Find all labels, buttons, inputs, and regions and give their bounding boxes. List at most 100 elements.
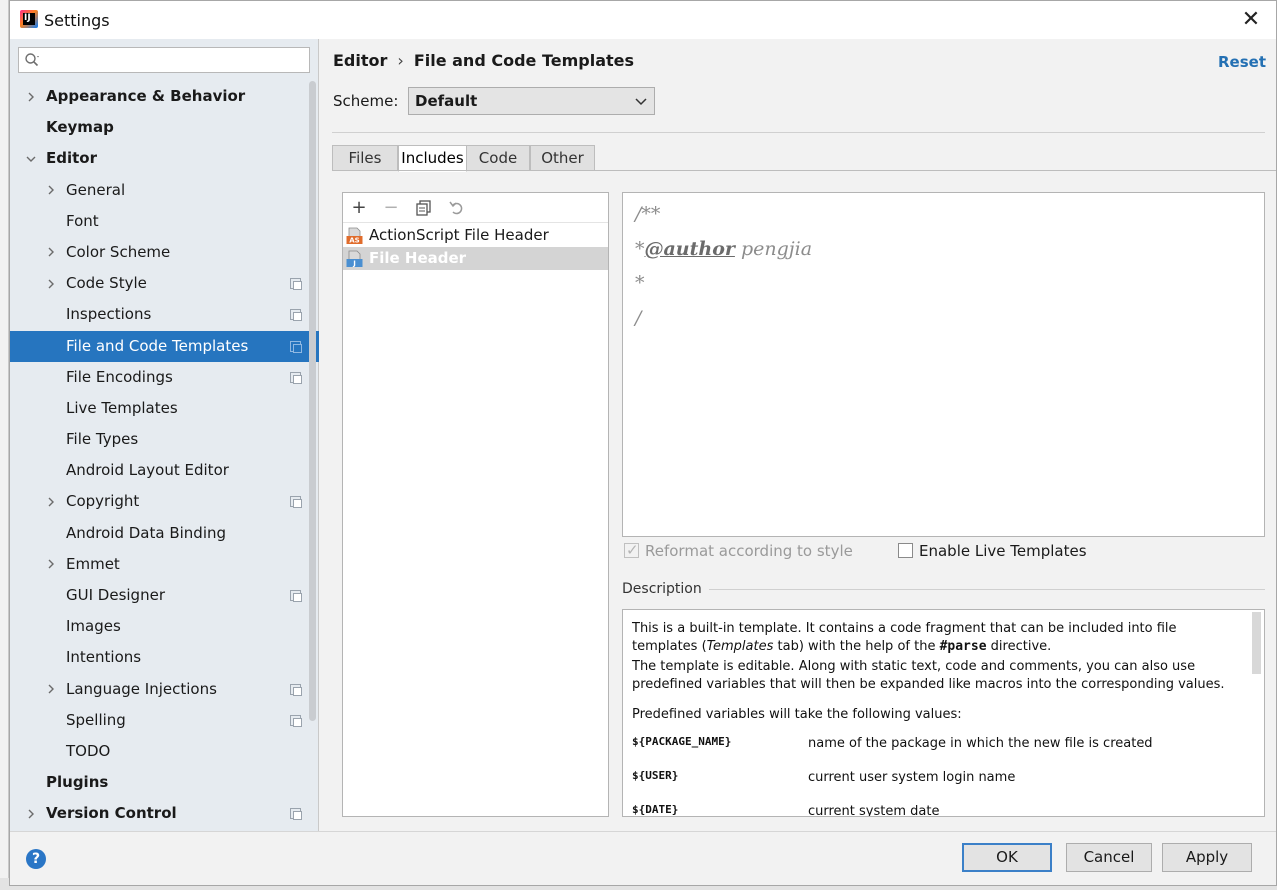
reset-link[interactable]: Reset [1218, 53, 1266, 71]
project-scope-icon [290, 496, 302, 509]
project-scope-icon [290, 340, 302, 353]
project-scope-icon [290, 714, 302, 727]
sidebar-item-keymap[interactable]: Keymap [10, 112, 319, 143]
svg-text:AS: AS [349, 237, 359, 245]
remove-icon[interactable]: − [380, 197, 402, 219]
java-file-icon: J [346, 250, 363, 268]
sidebar-item-label: File and Code Templates [66, 336, 249, 355]
sidebar-item-intentions[interactable]: Intentions [10, 642, 319, 673]
sidebar-item-label: Images [66, 617, 121, 636]
template-item-name: File Header [369, 249, 467, 267]
sidebar-item-label: General [66, 180, 126, 199]
description-panel[interactable]: This is a built-in template. It contains… [622, 609, 1265, 817]
sidebar-item-inspections[interactable]: Inspections [10, 299, 319, 330]
tab-code[interactable]: Code [466, 145, 530, 171]
apply-button[interactable]: Apply [1162, 843, 1252, 872]
sidebar-item-label: Live Templates [66, 398, 178, 417]
chevron-right-icon[interactable] [44, 175, 58, 206]
template-list-panel: + − AS ActionScript File Header J File Head… [342, 192, 609, 817]
chevron-right-icon[interactable] [44, 549, 58, 580]
close-button[interactable]: ✕ [1236, 6, 1266, 34]
sidebar-item-file-encodings[interactable]: File Encodings [10, 362, 319, 393]
sidebar-item-label: Code Style [66, 274, 147, 293]
sidebar-item-color-scheme[interactable]: Color Scheme [10, 237, 319, 268]
sidebar-item-label: Appearance & Behavior [46, 87, 246, 105]
chevron-right-icon[interactable] [24, 798, 38, 829]
sidebar-item-label: Version Control [46, 804, 177, 823]
description-heading: Description [622, 581, 702, 597]
chevron-right-icon[interactable] [44, 674, 58, 705]
sidebar-item-copyright[interactable]: Copyright [10, 486, 319, 517]
cancel-button[interactable]: Cancel [1066, 843, 1152, 872]
sidebar-item-spelling[interactable]: Spelling [10, 705, 319, 736]
variable-name: ${USER} [632, 769, 679, 782]
sidebar-item-language-injections[interactable]: Language Injections [10, 674, 319, 705]
settings-search-input[interactable] [18, 47, 310, 73]
project-scope-icon [290, 808, 302, 821]
sidebar-scrollbar[interactable] [309, 81, 316, 721]
sidebar-item-code-style[interactable]: Code Style [10, 268, 319, 299]
variable-row: ${USER} current user system login name [632, 767, 1242, 801]
sidebar-item-emmet[interactable]: Emmet [10, 549, 319, 580]
variable-row: ${PACKAGE_NAME} name of the package in wh… [632, 733, 1242, 767]
sidebar-item-font[interactable]: Font [10, 206, 319, 237]
breadcrumb: Editor › File and Code Templates [333, 51, 634, 70]
template-item-actionscript-file-header[interactable]: AS ActionScript File Header [343, 224, 608, 247]
sidebar-item-file-and-code-templates[interactable]: File and Code Templates [10, 330, 319, 362]
sidebar-item-label: Color Scheme [66, 242, 171, 261]
variable-row: ${DATE} current system date [632, 801, 1242, 816]
sidebar-item-plugins[interactable]: Plugins [10, 767, 319, 798]
tab-other[interactable]: Other [530, 145, 595, 171]
variable-name: ${DATE} [632, 803, 679, 816]
sidebar-item-label: Inspections [66, 305, 152, 324]
chevron-right-icon[interactable] [44, 486, 58, 517]
checkmark-icon: ✓ [626, 541, 639, 559]
ok-button[interactable]: OK [962, 843, 1052, 872]
description-scrollbar[interactable] [1252, 612, 1261, 674]
tab-files[interactable]: Files [332, 145, 398, 171]
template-item-file-header[interactable]: J File Header [343, 247, 608, 270]
sidebar-item-label: Android Layout Editor [66, 461, 229, 480]
help-icon[interactable]: ? [26, 849, 46, 869]
chevron-down-icon[interactable] [24, 143, 38, 174]
project-scope-icon [290, 278, 302, 291]
code-line-2-prefix: * [635, 238, 645, 260]
sidebar-item-android-layout-editor[interactable]: Android Layout Editor [10, 455, 319, 486]
template-list-toolbar: + − [343, 193, 608, 223]
desc-emphasis: Templates [706, 639, 774, 654]
tab-includes[interactable]: Includes [398, 145, 467, 172]
sidebar-item-file-types[interactable]: File Types [10, 424, 319, 455]
settings-dialog: IJ Settings ✕ Appearance & Behavior Keyma… [9, 0, 1277, 886]
sidebar-item-appearance-behavior[interactable]: Appearance & Behavior [10, 81, 319, 112]
chevron-right-icon[interactable] [24, 81, 38, 112]
chevron-down-icon [635, 98, 647, 106]
code-line-2-rest: pengjia [734, 238, 813, 260]
variable-description: name of the package in which the new fil… [808, 736, 1153, 751]
settings-sidebar: Appearance & Behavior Keymap Editor General… [10, 39, 319, 831]
sidebar-item-gui-designer[interactable]: GUI Designer [10, 580, 319, 611]
tabs-baseline [332, 170, 1276, 171]
copy-icon[interactable] [413, 197, 435, 219]
sidebar-item-general[interactable]: General [10, 175, 319, 206]
template-code-editor[interactable]: /** *@author pengjia * / [622, 192, 1265, 537]
sidebar-item-label: GUI Designer [66, 586, 165, 604]
reset-to-default-icon[interactable] [446, 197, 468, 219]
sidebar-item-label: Plugins [46, 773, 109, 792]
sidebar-item-live-templates[interactable]: Live Templates [10, 393, 319, 424]
sidebar-item-android-data-binding[interactable]: Android Data Binding [10, 518, 319, 549]
sidebar-item-editor[interactable]: Editor [10, 143, 319, 174]
sidebar-item-version-control[interactable]: Version Control [10, 798, 319, 829]
chevron-right-icon[interactable] [44, 237, 58, 268]
scheme-dropdown[interactable]: Default [408, 87, 655, 115]
breadcrumb-item-editor[interactable]: Editor [333, 51, 387, 70]
sidebar-item-label: Emmet [66, 554, 120, 573]
chevron-right-icon[interactable] [44, 268, 58, 299]
reformat-checkbox[interactable]: ✓ [624, 541, 639, 559]
variable-description: current user system login name [808, 770, 1016, 785]
scheme-label: Scheme: [333, 92, 399, 110]
variable-name: ${PACKAGE_NAME} [632, 735, 732, 748]
sidebar-item-images[interactable]: Images [10, 611, 319, 642]
add-icon[interactable]: + [348, 197, 370, 219]
live-templates-checkbox[interactable] [898, 543, 913, 558]
sidebar-item-todo[interactable]: TODO [10, 736, 319, 767]
